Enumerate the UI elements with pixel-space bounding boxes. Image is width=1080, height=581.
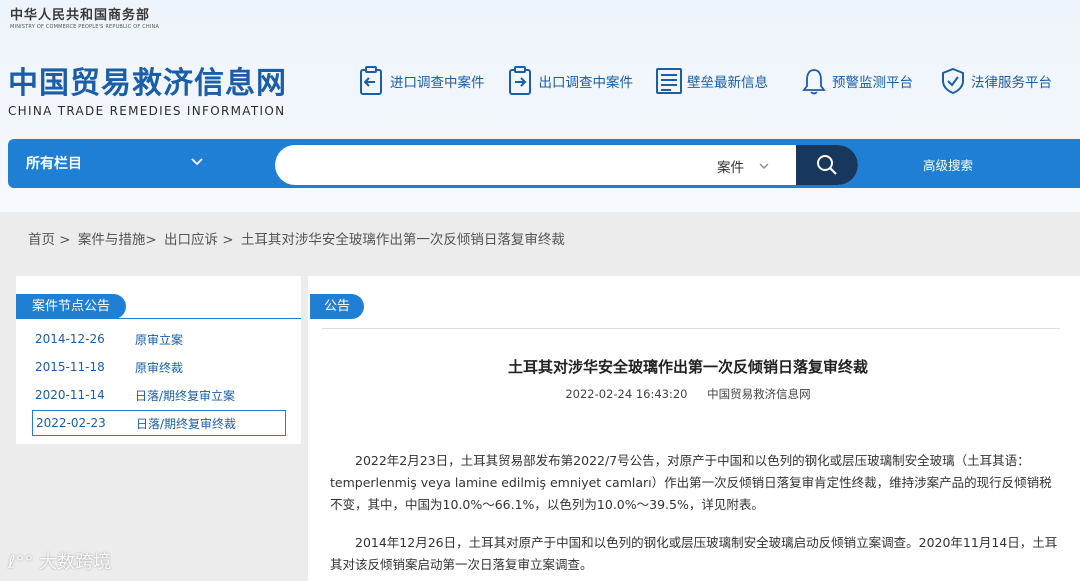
shield-check-icon [942,67,964,95]
case-node-list: 2014-12-26 原审立案 2015-11-18 原审终裁 2020-11-… [32,326,302,438]
sidebar-divider [16,318,301,319]
nav-label: 出口调查中案件 [538,75,634,91]
site-name-en: CHINA TRADE REMEDIES INFORMATION [8,104,286,118]
advanced-search-link[interactable]: 高级搜索 [923,155,973,174]
ministry-name: 中华人民共和国商务部 [10,8,151,23]
section-divider [322,328,1060,329]
search-type-select[interactable]: 案件 [717,156,770,176]
import-case-icon [360,66,382,95]
node-date: 2015-11-18 [35,360,105,374]
nav-label: 法律服务平台 [971,75,1052,91]
case-node-sidebar: 案件节点公告 2014-12-26 原审立案 2015-11-18 原审终裁 2… [16,276,301,444]
node-date: 2014-12-26 [35,332,105,346]
breadcrumb-cases[interactable]: 案件与措施> [78,232,157,248]
node-date: 2020-11-14 [35,388,105,402]
search-type-label: 案件 [717,160,744,176]
watermark-text: 大数跨境 [39,552,112,573]
export-case-icon [508,66,531,95]
breadcrumb-current: 土耳其对涉华安全玻璃作出第一次反倾销日落复审终裁 [240,232,565,248]
list-item-selected[interactable]: 2022-02-23 日落/期终复审终裁 [32,410,286,436]
list-item[interactable]: 2020-11-14 日落/期终复审立案 [32,382,302,408]
node-label: 原审终裁 [135,360,184,375]
article-source: 中国贸易救济信息网 [707,387,811,401]
watermark: ℓ°° 大数跨境 [8,548,111,574]
article-title: 土耳其对涉华安全玻璃作出第一次反倾销日落复审终裁 [507,358,868,376]
nav-import-cases[interactable]: 进口调查中案件 [358,66,485,96]
article-paragraph: 2022年2月23日，土耳其贸易部发布第2022/7号公告，对原产于中国和以色列… [330,453,1052,512]
ministry-name-en: MINISTRY OF COMMERCE PEOPLE'S REPUBLIC O… [10,24,160,30]
nav-label: 预警监测平台 [832,75,913,91]
section-tag: 公告 [310,294,365,319]
site-name: 中国贸易救济信息网 [8,66,287,101]
article-meta: 2022-02-24 16:43:20 中国贸易救济信息网 [308,386,1068,402]
node-label: 日落/期终复审终裁 [136,416,237,431]
node-label: 原审立案 [135,332,184,347]
list-item[interactable]: 2015-11-18 原审终裁 [32,354,302,380]
sidebar-title: 案件节点公告 [16,294,127,319]
nav-warning-platform[interactable]: 预警监测平台 [800,66,913,96]
site-logo[interactable]: 中国贸易救济信息网 CHINA TRADE REMEDIES INFORMATI… [8,58,287,118]
nav-legal-platform[interactable]: 法律服务平台 [939,66,1052,96]
bell-icon [802,69,826,95]
barrier-news-icon [656,68,682,94]
search-icon [817,155,837,175]
ministry-logo[interactable]: 中华人民共和国商务部 MINISTRY OF COMMERCE PEOPLE'S… [10,4,159,30]
search-button[interactable] [796,145,858,185]
search-bar: 所有栏目 案件 高级搜索 [8,139,1080,188]
article-paragraph: 2014年12月26日，土耳其对原产于中国和以色列的钢化或层压玻璃制安全玻璃启动… [330,535,1058,572]
nav-barrier-news[interactable]: 壁垒最新信息 [655,66,768,96]
top-nav: 进口调查中案件 出口调查中案件 壁垒最新信息 预警监测平台 法律服务平台 [358,66,1074,96]
site-header: 中华人民共和国商务部 MINISTRY OF COMMERCE PEOPLE'S… [0,0,1080,212]
watermark-logo-icon: ℓ°° [8,552,34,573]
nav-label: 进口调查中案件 [390,75,485,91]
breadcrumb-export[interactable]: 出口应诉 > [164,232,234,248]
chevron-down-icon [759,163,769,169]
node-label: 日落/期终复审立案 [135,388,236,403]
nav-export-cases[interactable]: 出口调查中案件 [507,66,634,96]
article-panel: 公告 土耳其对涉华安全玻璃作出第一次反倾销日落复审终裁 2022-02-24 1… [308,276,1080,581]
search-input[interactable] [295,151,695,179]
node-date: 2022-02-23 [36,416,106,430]
search-box: 案件 [275,145,858,185]
nav-label: 壁垒最新信息 [687,75,768,91]
breadcrumb: 首页 > 案件与措施> 出口应诉 > 土耳其对涉华安全玻璃作出第一次反倾销日落复… [28,228,568,248]
list-item[interactable]: 2014-12-26 原审立案 [32,326,302,352]
breadcrumb-home[interactable]: 首页 > [28,232,71,248]
all-columns-dropdown[interactable]: 所有栏目 [26,153,82,173]
chevron-down-icon[interactable] [190,155,204,169]
article-time: 2022-02-24 16:43:20 [565,387,688,401]
